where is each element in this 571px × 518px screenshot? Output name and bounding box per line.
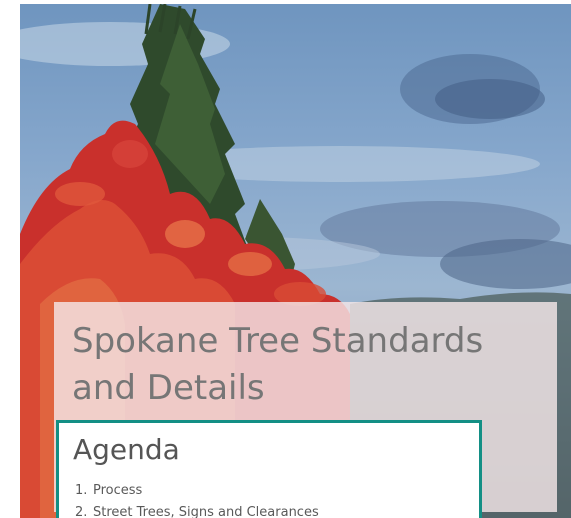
agenda-item-number: 2.	[75, 505, 88, 518]
agenda-heading: Agenda	[73, 433, 180, 466]
agenda-box: Agenda 1. Process 2. Street Trees, Signs a…	[56, 420, 482, 518]
agenda-item: 2. Street Trees, Signs and Clearances	[75, 504, 319, 518]
slide-title-line2: and Details	[72, 368, 265, 408]
slide-title-line1: Spokane Tree Standards	[72, 321, 484, 361]
agenda-item: 1. Process	[75, 482, 319, 504]
agenda-item-number: 1.	[75, 483, 88, 498]
slide-title: Spokane Tree Standards and Details	[72, 318, 557, 412]
agenda-item-label: Process	[93, 483, 143, 498]
presentation-slide: Spokane Tree Standards and Details Agend…	[0, 0, 571, 518]
agenda-list: 1. Process 2. Street Trees, Signs and Clea…	[75, 482, 319, 518]
agenda-item-label: Street Trees, Signs and Clearances	[93, 505, 319, 518]
